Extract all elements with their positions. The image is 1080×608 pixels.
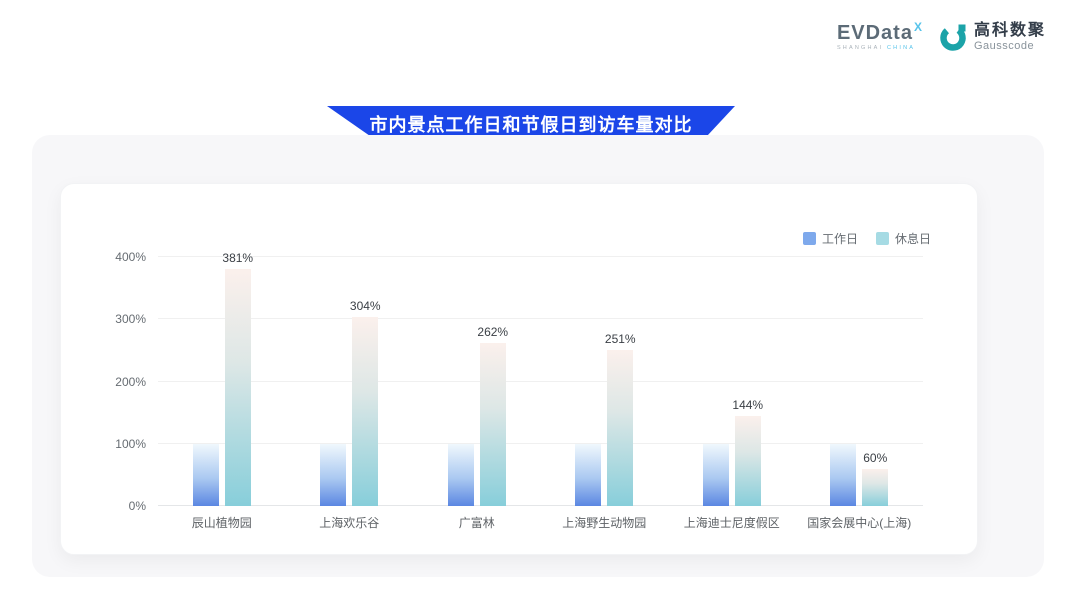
- x-category-label: 上海野生动物园: [562, 514, 646, 531]
- bar-workday: [320, 444, 346, 506]
- evdata-tagline-china: CHINA: [887, 45, 915, 51]
- bar-workday: [830, 444, 856, 506]
- legend-swatch-icon: [876, 232, 889, 245]
- bar-restday: 304%: [352, 317, 378, 506]
- legend-label: 休息日: [895, 230, 931, 247]
- evdata-logo: EVData X SHANGHAI CHINA: [837, 23, 922, 52]
- x-category-label: 上海迪士尼度假区: [684, 514, 780, 531]
- bar-restday: 144%: [735, 416, 761, 506]
- legend-item[interactable]: 休息日: [876, 230, 931, 247]
- header-logos: EVData X SHANGHAI CHINA 高科数聚 Gausscode: [837, 22, 1046, 52]
- chart-legend: 工作日 休息日: [803, 230, 931, 247]
- bar-restday: 251%: [607, 350, 633, 506]
- legend-item[interactable]: 工作日: [803, 230, 858, 247]
- gausscode-name-cn: 高科数聚: [974, 22, 1046, 40]
- bar-value-label: 251%: [605, 332, 636, 346]
- bar-workday: [703, 444, 729, 506]
- y-tick-label: 400%: [115, 250, 146, 264]
- evdata-tagline-shanghai: SHANGHAI: [837, 45, 883, 51]
- bar-workday: [193, 444, 219, 506]
- bar-restday: 262%: [480, 343, 506, 506]
- bar-group: 251%上海野生动物园: [575, 257, 633, 506]
- bar-groups: 381%辰山植物园 304%上海欢乐谷 262%广富林 251%上海野生动物园 144%…: [158, 257, 923, 506]
- bar-workday: [448, 444, 474, 506]
- legend-swatch-icon: [803, 232, 816, 245]
- bar-group: 262%广富林: [448, 257, 506, 506]
- bar-group: 381%辰山植物园: [193, 257, 251, 506]
- bar-restday: 381%: [225, 269, 251, 506]
- bar-group: 60%国家会展中心(上海): [830, 257, 888, 506]
- content-panel: 工作日休息日 0%100%200%300%400% 381%辰山植物园304%上…: [32, 135, 1044, 577]
- report-page: EVData X SHANGHAI CHINA 高科数聚 Gausscode 市…: [0, 0, 1080, 608]
- bar-group: 304%上海欢乐谷: [320, 257, 378, 506]
- legend-label: 工作日: [822, 230, 858, 247]
- y-axis-labels: 0%100%200%300%400%: [61, 257, 146, 506]
- chart-card: 工作日休息日 0%100%200%300%400% 381%辰山植物园304%上…: [60, 183, 978, 555]
- bar-value-label: 60%: [863, 451, 887, 465]
- bar-value-label: 381%: [222, 251, 253, 265]
- bar-value-label: 262%: [477, 325, 508, 339]
- page-title: 市内景点工作日和节假日到访车量对比: [370, 111, 693, 137]
- plot-area: 381%辰山植物园 304%上海欢乐谷 262%广富林 251%上海野生动物园 144%…: [158, 257, 923, 506]
- gausscode-logo: 高科数聚 Gausscode: [938, 22, 1046, 52]
- gausscode-name-en: Gausscode: [974, 40, 1046, 52]
- bar-restday: 60%: [862, 469, 888, 506]
- x-category-label: 国家会展中心(上海): [807, 514, 911, 531]
- x-category-label: 辰山植物园: [192, 514, 252, 531]
- x-category-label: 广富林: [459, 514, 495, 531]
- bar-value-label: 304%: [350, 299, 381, 313]
- y-tick-label: 200%: [115, 375, 146, 389]
- gausscode-g-icon: [938, 22, 968, 52]
- bar-group: 144%上海迪士尼度假区: [703, 257, 761, 506]
- x-category-label: 上海欢乐谷: [319, 514, 379, 531]
- y-tick-label: 100%: [115, 437, 146, 451]
- bar-value-label: 144%: [732, 398, 763, 412]
- y-tick-label: 0%: [129, 499, 146, 513]
- evdata-x-icon: X: [914, 21, 922, 33]
- y-tick-label: 300%: [115, 312, 146, 326]
- bar-workday: [575, 444, 601, 506]
- evdata-wordmark: EVData: [837, 23, 913, 43]
